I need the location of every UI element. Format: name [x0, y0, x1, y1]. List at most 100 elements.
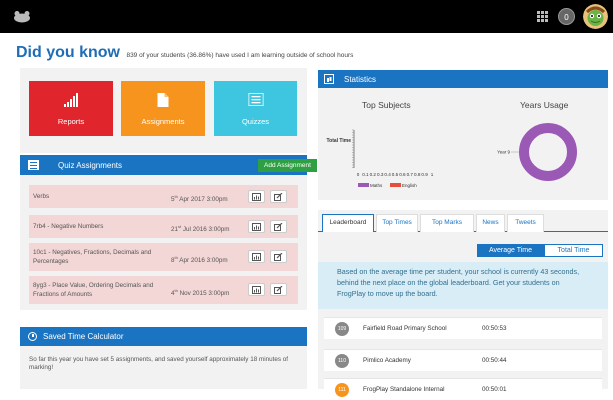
x-tick-label: 0.1: [362, 172, 369, 177]
saved-time-body: So far this year you have set 5 assignme…: [20, 346, 307, 389]
did-you-know-text: 839 of your students (36.86%) have used …: [126, 52, 354, 59]
x-tick-label: 0.5: [392, 172, 399, 177]
statistics-body: Top Subjects Years Usage Total Time 0 0.1 0…: [318, 88, 608, 200]
assignment-due-date: 21st Jul 2016 3:00pm: [171, 224, 230, 234]
tab-top-times[interactable]: Top Times: [376, 214, 418, 232]
leaderboard-tabs: Leaderboard Top Times Top Marks News Twe…: [318, 210, 608, 232]
assignment-row[interactable]: 8yg3 - Place Value, Ordering Decimals an…: [29, 276, 298, 304]
tab-leaderboard[interactable]: Leaderboard: [322, 214, 374, 232]
donut-slice: [519, 123, 577, 181]
saved-time-header: Saved Time Calculator: [20, 327, 307, 346]
assignment-name: 7rb4 - Negative Numbers: [33, 223, 104, 230]
assignment-due-date: 5th Apr 2017 3:00pm: [171, 194, 228, 204]
edit-assignment-button[interactable]: [270, 190, 287, 203]
x-tick-label: 0.8: [414, 172, 421, 177]
statistics-header: Statistics: [318, 70, 608, 88]
x-tick-label: 1: [431, 172, 434, 177]
school-name: Pimlico Academy: [363, 357, 411, 364]
frog-logo-icon[interactable]: [13, 10, 31, 23]
school-time: 00:50:01: [482, 386, 507, 393]
x-tick-label: 0.3: [377, 172, 384, 177]
school-time: 00:50:44: [482, 357, 507, 364]
saved-time-text: So far this year you have set 5 assignme…: [29, 356, 289, 371]
edit-assignment-button[interactable]: [270, 250, 287, 263]
edit-assignment-button[interactable]: [270, 220, 287, 233]
leaderboard-row[interactable]: 110 Pimlico Academy 00:50:44: [324, 349, 602, 371]
assignments-tile[interactable]: Assignments: [121, 81, 205, 136]
document-icon: [157, 93, 169, 107]
edit-icon: [274, 223, 283, 231]
school-name: Fairfield Road Primary School: [363, 325, 447, 332]
x-tick-label: 0.2: [370, 172, 377, 177]
leaderboard-row[interactable]: 111 FrogPlay Standalone Internal 00:50:0…: [324, 378, 602, 400]
notification-badge[interactable]: 0: [558, 8, 575, 25]
view-results-button[interactable]: [248, 190, 265, 203]
tab-top-marks[interactable]: Top Marks: [420, 214, 474, 232]
quiz-assignments-list: Verbs 5th Apr 2017 3:00pm 7rb4 - Negativ…: [20, 175, 307, 310]
x-tick-label: 0.4: [384, 172, 391, 177]
leaderboard-row[interactable]: 109 Fairfield Road Primary School 00:50:…: [324, 317, 602, 339]
top-bar: 0: [0, 0, 613, 33]
list-icon: [248, 93, 263, 106]
quiz-assignments-header: Quiz Assignments Add Assignment: [20, 155, 317, 175]
edit-icon: [274, 253, 283, 261]
chart-icon: [252, 253, 261, 261]
leaderboard-panel: Leaderboard Top Times Top Marks News Twe…: [318, 210, 608, 400]
assignment-row[interactable]: 10c1 - Negatives, Fractions, Decimals an…: [29, 243, 298, 271]
rank-badge: 111: [335, 383, 349, 397]
chart-icon: [252, 193, 261, 201]
view-results-button[interactable]: [248, 250, 265, 263]
x-tick-label: 0.9: [421, 172, 428, 177]
assignment-row[interactable]: Verbs 5th Apr 2017 3:00pm: [29, 185, 298, 208]
add-assignment-button[interactable]: Add Assignment: [258, 159, 317, 172]
years-usage-chart: Year 9: [497, 123, 577, 181]
edit-assignment-button[interactable]: [270, 283, 287, 296]
average-time-toggle[interactable]: Average Time: [477, 244, 544, 257]
reports-label: Reports: [57, 117, 85, 126]
assignment-due-date: 8th Apr 2016 3:00pm: [171, 255, 228, 265]
quiz-assignments-title: Quiz Assignments: [58, 161, 123, 170]
bar-chart-icon: [324, 74, 334, 84]
apps-grid-icon[interactable]: [537, 11, 548, 22]
school-time: 00:50:53: [482, 325, 507, 332]
edit-icon: [274, 193, 283, 201]
legend-label: Maths: [370, 183, 383, 188]
legend-swatch: [390, 183, 401, 187]
statistics-title: Statistics: [344, 75, 377, 84]
tab-tweets[interactable]: Tweets: [507, 214, 544, 232]
tab-news[interactable]: News: [476, 214, 505, 232]
top-subjects-title: Top Subjects: [362, 100, 411, 110]
quizzes-tile[interactable]: Quizzes: [214, 81, 297, 136]
did-you-know-heading: Did you know: [16, 44, 120, 61]
x-tick-label: 0.7: [407, 172, 414, 177]
view-results-button[interactable]: [248, 220, 265, 233]
assignments-label: Assignments: [141, 117, 185, 126]
assignment-name: Verbs: [33, 193, 50, 200]
total-time-toggle[interactable]: Total Time: [544, 244, 603, 257]
assignment-name: 8yg3 - Place Value, Ordering Decimals an…: [33, 282, 154, 298]
x-tick-label: 0.6: [399, 172, 406, 177]
leaderboard-info: Based on the average time per student, y…: [318, 262, 608, 309]
assignment-name: 10c1 - Negatives, Fractions, Decimals an…: [33, 249, 152, 265]
x-tick-label: 0: [357, 172, 360, 177]
legend-swatch: [358, 183, 369, 187]
rank-badge: 110: [335, 354, 349, 368]
slice-label: Year 9: [497, 150, 510, 155]
list-icon: [28, 160, 39, 170]
assignment-due-date: 4th Nov 2015 3:00pm: [171, 288, 230, 298]
saved-time-title: Saved Time Calculator: [43, 332, 124, 341]
rank-badge: 109: [335, 322, 349, 336]
assignment-row[interactable]: 7rb4 - Negative Numbers 21st Jul 2016 3:…: [29, 215, 298, 238]
chart-icon: [252, 286, 261, 294]
user-avatar[interactable]: [583, 4, 608, 29]
legend-label: English: [402, 183, 417, 188]
clock-icon: [28, 332, 37, 341]
edit-icon: [274, 286, 283, 294]
reports-tile[interactable]: Reports: [29, 81, 113, 136]
school-name: FrogPlay Standalone Internal: [363, 386, 445, 393]
view-results-button[interactable]: [248, 283, 265, 296]
quick-links-panel: Reports Assignments Quizzes: [20, 68, 307, 153]
did-you-know: Did you know 839 of your students (36.86…: [16, 44, 353, 62]
bar-chart-icon: [64, 93, 78, 107]
chart-icon: [252, 223, 261, 231]
